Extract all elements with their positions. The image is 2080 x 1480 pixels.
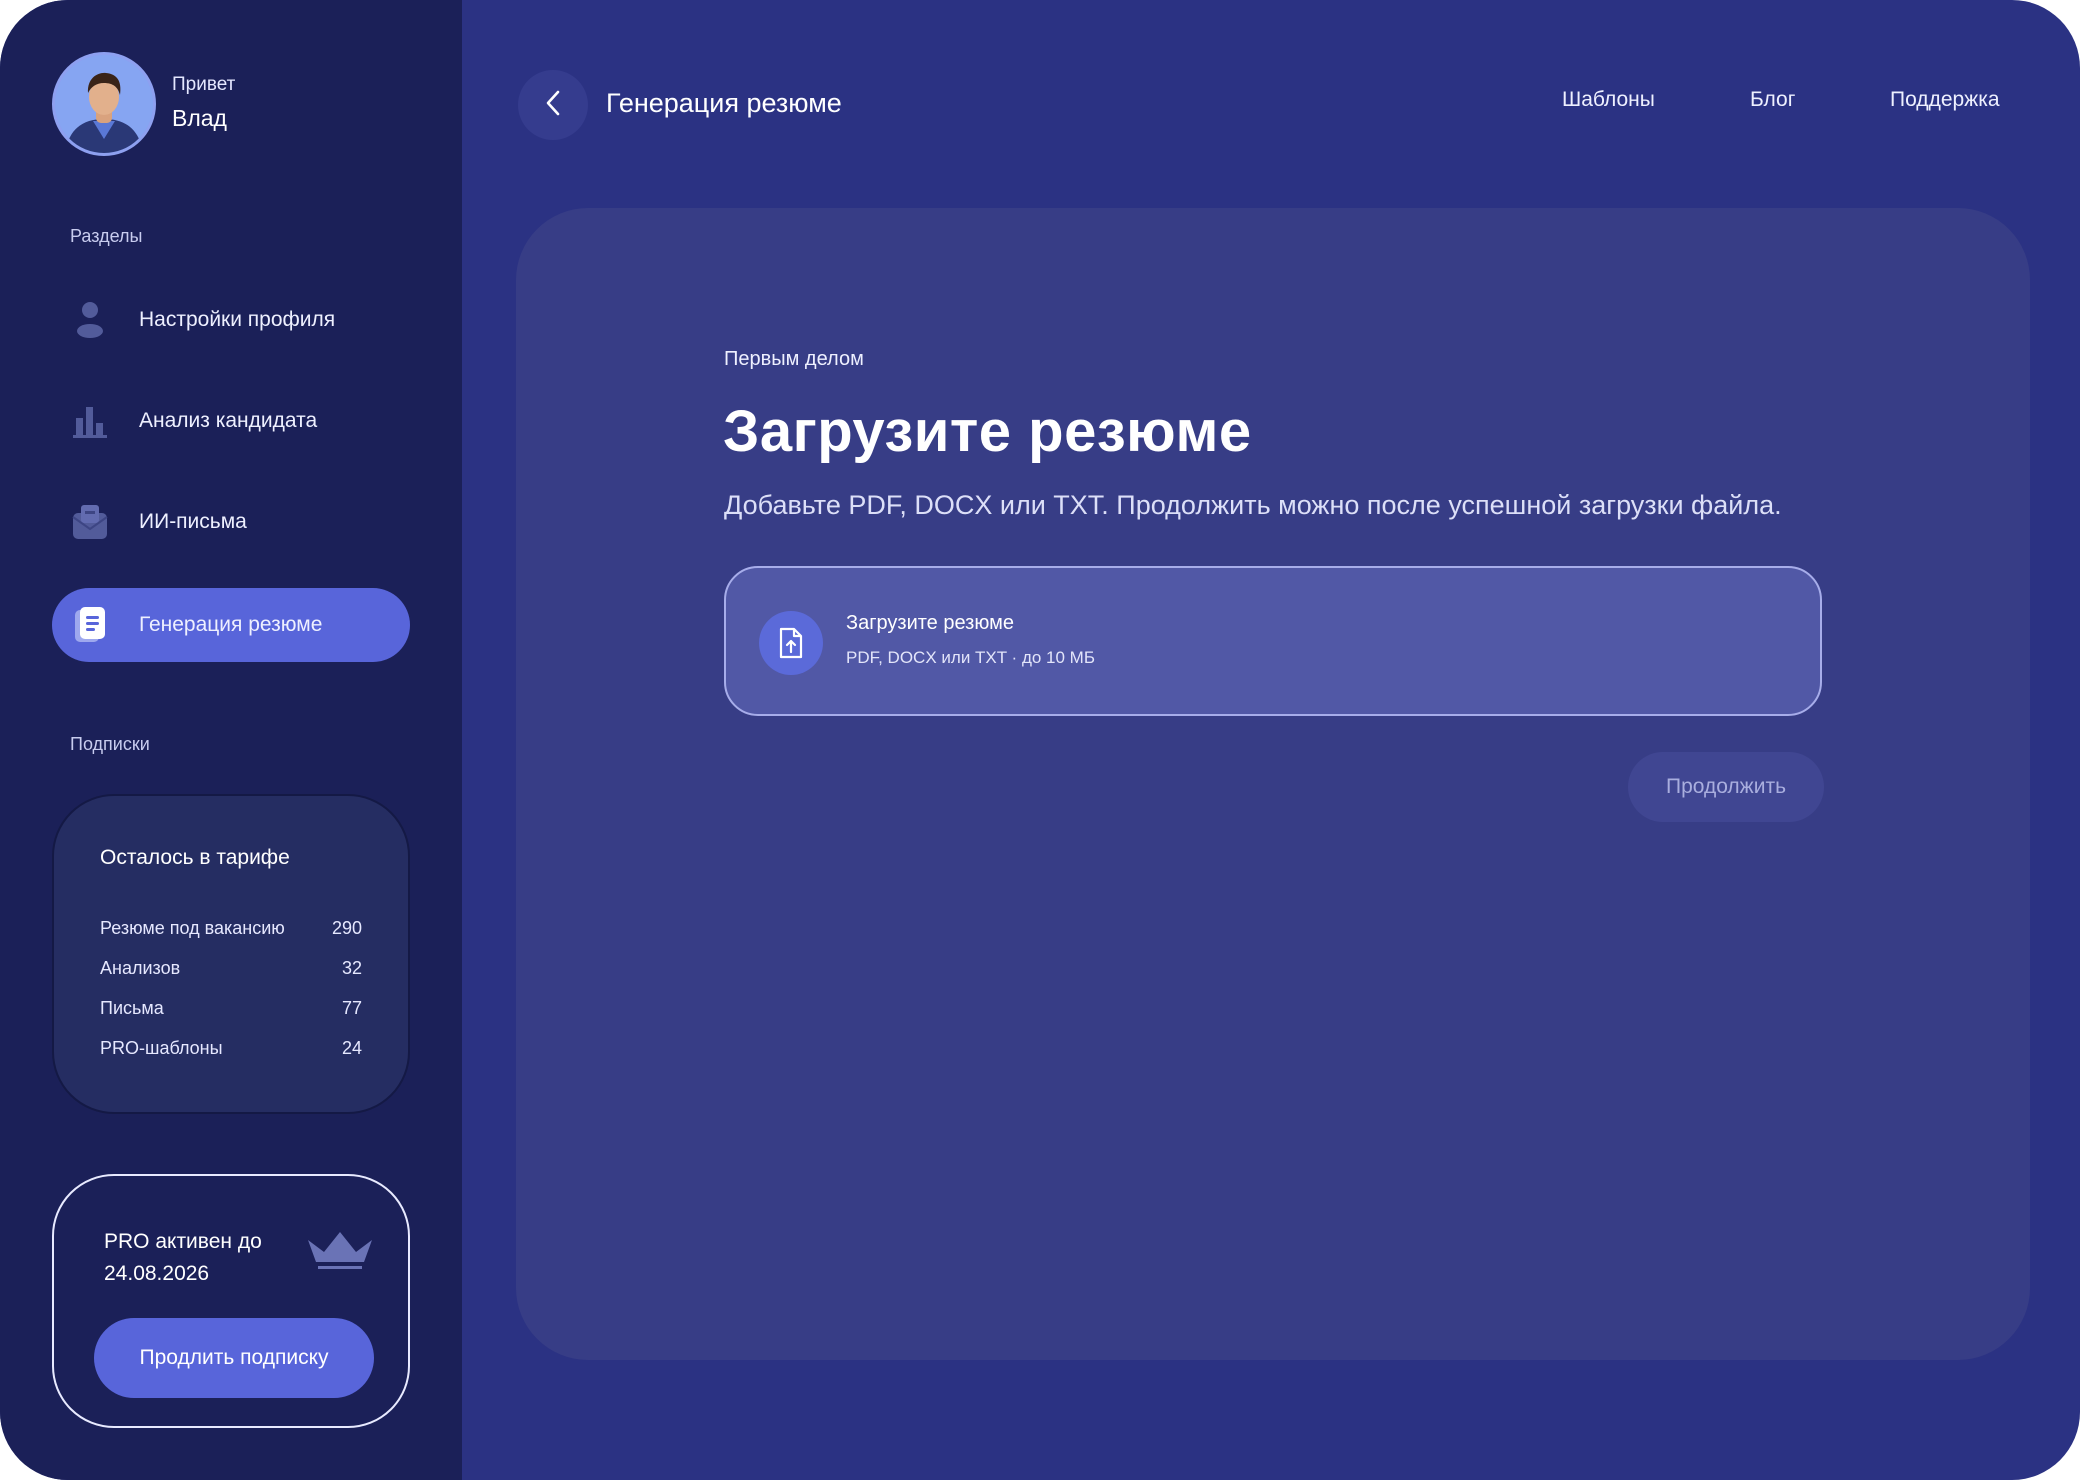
tariff-row-value: 32 [341,957,362,978]
sidebar-item-candidate-analysis[interactable]: Анализ кандидата [52,384,410,458]
avatar[interactable] [52,52,156,156]
file-upload-icon [759,611,823,675]
tariff-row-value: 24 [341,1037,362,1058]
crown-icon [306,1230,374,1277]
sidebar-item-label: ИИ-письма [139,510,247,533]
sidebar: Привет Влад Разделы Настройки профиля Ан… [0,0,462,1480]
bar-chart-icon [70,401,110,441]
main-area: Генерация резюме Шаблоны Блог Поддержка … [462,0,2080,1480]
content-card: Первым делом Загрузите резюме Добавьте P… [516,208,2030,1360]
back-button[interactable] [518,70,588,140]
sidebar-item-profile-settings[interactable]: Настройки профиля [52,283,410,357]
nav-blog-link[interactable]: Блог [1750,88,1795,112]
tariff-row: PRO-шаблоны 24 [100,1028,362,1068]
tariff-row-label: PRO-шаблоны [100,1037,223,1058]
nav-support-link[interactable]: Поддержка [1890,88,2000,112]
sections-label: Разделы [70,226,143,246]
document-icon [70,605,110,645]
renew-subscription-button[interactable]: Продлить подписку [94,1318,374,1398]
sidebar-item-label: Настройки профиля [139,308,336,331]
file-upload-dropzone[interactable]: Загрузите резюме PDF, DOCX или TXT · до … [724,566,1822,716]
chevron-left-icon [544,89,562,122]
user-block: Привет Влад [52,52,235,156]
continue-button[interactable]: Продолжить [1628,752,1824,822]
pro-status: PRO активен до 24.08.2026 [104,1226,262,1290]
hero-subtitle: Добавьте PDF, DOCX или TXT. Продолжить м… [724,490,1782,520]
tariff-row: Письма 77 [100,988,362,1028]
user-icon [70,300,110,340]
sidebar-item-ai-letters[interactable]: ИИ-письма [52,485,410,559]
tariff-card: Осталось в тарифе Резюме под вакансию 29… [52,794,410,1114]
nav-templates-link[interactable]: Шаблоны [1562,88,1655,112]
tariff-row-value: 290 [331,917,362,938]
greeting-text: Привет [172,74,236,95]
upload-hint: PDF, DOCX или TXT · до 10 МБ [846,648,1095,667]
pro-status-label: PRO активен до [104,1230,262,1253]
tariff-row-label: Письма [100,997,164,1018]
sidebar-item-label: Генерация резюме [139,613,323,636]
tariff-row-label: Анализов [100,957,181,978]
pro-card: PRO активен до 24.08.2026 Продлить подпи… [52,1174,410,1428]
tariff-title: Осталось в тарифе [100,846,290,869]
tariff-row-label: Резюме под вакансию [100,917,285,938]
tariff-row: Анализов 32 [100,948,362,988]
subscriptions-label: Подписки [70,734,150,754]
mail-icon [70,502,110,542]
sidebar-item-label: Анализ кандидата [139,409,318,432]
eyebrow-text: Первым делом [724,348,864,370]
user-name: Влад [172,105,227,131]
hero-title: Загрузите резюме [723,399,1252,464]
app-window: Привет Влад Разделы Настройки профиля Ан… [0,0,2080,1480]
pro-expiry-date: 24.08.2026 [104,1262,210,1285]
page-title: Генерация резюме [606,88,842,118]
greeting: Привет Влад [172,73,235,135]
sidebar-item-resume-generation[interactable]: Генерация резюме [52,588,410,662]
upload-title: Загрузите резюме [846,612,1014,634]
tariff-row: Резюме под вакансию 290 [100,908,362,948]
tariff-row-value: 77 [341,997,362,1018]
